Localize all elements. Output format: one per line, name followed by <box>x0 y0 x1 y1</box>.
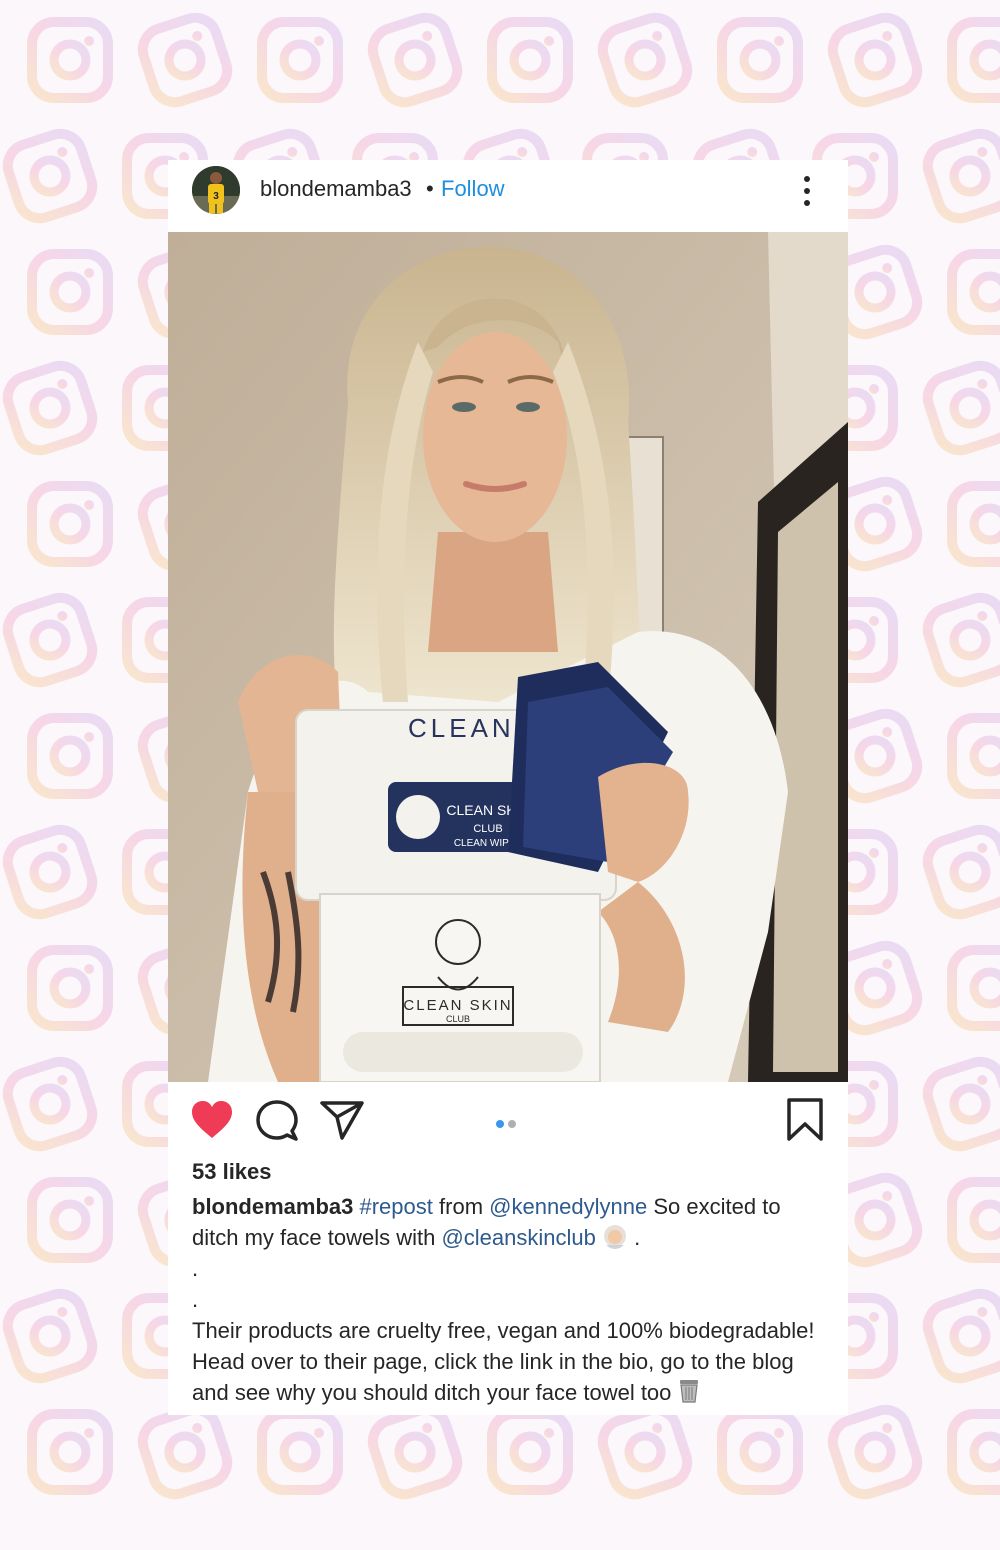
likes-count[interactable]: 53 likes <box>192 1159 272 1185</box>
instagram-logo-icon <box>827 1404 923 1500</box>
pager-dot-active <box>496 1120 504 1128</box>
instagram-logo-icon <box>32 22 108 98</box>
instagram-logo-icon <box>597 1404 693 1500</box>
instagram-logo-icon <box>492 22 568 98</box>
caption-text: from <box>439 1194 484 1219</box>
instagram-logo-icon <box>492 1414 568 1490</box>
instagram-logo-icon <box>952 718 1000 794</box>
instagram-logo-icon <box>952 22 1000 98</box>
instagram-logo-icon <box>597 12 693 108</box>
caption-dot: . <box>192 1256 199 1281</box>
instagram-logo-icon <box>952 950 1000 1026</box>
instagram-logo-icon <box>922 128 1000 224</box>
post-actions-bar <box>168 1082 848 1160</box>
instagram-logo-icon <box>367 12 463 108</box>
carousel-pager <box>496 1115 520 1133</box>
mention-cleanskinclub-link[interactable]: @cleanskinclub <box>441 1225 595 1250</box>
svg-text:3: 3 <box>213 191 219 202</box>
instagram-logo-icon <box>922 1056 1000 1152</box>
instagram-logo-icon <box>952 254 1000 330</box>
caption-username[interactable]: blondemamba3 <box>192 1194 353 1219</box>
woman-with-headscarf-emoji-icon <box>603 1225 626 1249</box>
instagram-logo-icon <box>137 12 233 108</box>
instagram-logo-icon <box>922 1288 1000 1384</box>
instagram-logo-icon <box>2 360 98 456</box>
instagram-logo-icon <box>262 22 338 98</box>
mention-kennedylynne-link[interactable]: @kennedylynne <box>489 1194 647 1219</box>
instagram-logo-icon <box>952 1414 1000 1490</box>
svg-text:CLUB: CLUB <box>473 823 502 835</box>
instagram-logo-icon <box>722 1414 798 1490</box>
avatar[interactable]: 3 <box>192 166 240 214</box>
instagram-logo-icon <box>262 1414 338 1490</box>
instagram-logo-icon <box>2 1288 98 1384</box>
instagram-logo-icon <box>2 824 98 920</box>
instagram-logo-icon <box>952 1182 1000 1258</box>
instagram-logo-icon <box>922 824 1000 920</box>
instagram-post-card: 3 blondemamba3 • Follow CLEAN SKIN CLEAN… <box>168 160 848 1415</box>
post-photo[interactable]: CLEAN SKIN CLEAN SKIN CLUB CLEAN WIPES C… <box>168 232 848 1082</box>
hashtag-link[interactable]: #repost <box>360 1194 433 1219</box>
share-icon[interactable] <box>320 1100 364 1140</box>
instagram-logo-icon <box>32 718 108 794</box>
instagram-logo-icon <box>367 1404 463 1500</box>
comment-icon[interactable] <box>256 1100 298 1142</box>
follow-button[interactable]: Follow <box>441 176 505 202</box>
instagram-logo-icon <box>32 950 108 1026</box>
avatar-basketball-player-icon: 3 <box>192 166 240 214</box>
instagram-logo-icon <box>2 128 98 224</box>
caption-body-line: Head over to their page, click the link … <box>192 1349 794 1374</box>
instagram-logo-icon <box>922 360 1000 456</box>
more-vertical-icon[interactable] <box>792 174 822 208</box>
svg-text:CLEAN SKIN: CLEAN SKIN <box>403 997 512 1014</box>
instagram-logo-icon <box>32 486 108 562</box>
pager-dot <box>508 1120 516 1128</box>
caption-body-line: and see why you should ditch your face t… <box>192 1380 672 1405</box>
heart-icon[interactable] <box>190 1100 234 1140</box>
instagram-logo-icon <box>32 254 108 330</box>
svg-text:CLUB: CLUB <box>446 1014 470 1024</box>
instagram-logo-icon <box>137 1404 233 1500</box>
instagram-logo-icon <box>952 486 1000 562</box>
instagram-logo-icon <box>32 1182 108 1258</box>
post-caption: blondemamba3 #repost from @kennedylynne … <box>192 1191 832 1408</box>
bookmark-icon[interactable] <box>786 1098 824 1142</box>
caption-body-line: Their products are cruelty free, vegan a… <box>192 1318 815 1343</box>
instagram-logo-icon <box>827 12 923 108</box>
instagram-logo-icon <box>2 592 98 688</box>
wastebasket-emoji-icon <box>679 1380 698 1403</box>
post-header: 3 blondemamba3 • Follow <box>168 160 848 232</box>
header-separator: • <box>426 176 434 201</box>
photo-woman-holding-clean-skin-club-products-icon: CLEAN SKIN CLEAN SKIN CLUB CLEAN WIPES C… <box>168 232 848 1082</box>
caption-dot: . <box>192 1287 199 1312</box>
caption-text: . <box>634 1225 641 1250</box>
instagram-logo-icon <box>722 22 798 98</box>
instagram-logo-icon <box>922 592 1000 688</box>
instagram-logo-icon <box>32 1414 108 1490</box>
instagram-logo-icon <box>2 1056 98 1152</box>
post-username[interactable]: blondemamba3 <box>260 176 412 202</box>
